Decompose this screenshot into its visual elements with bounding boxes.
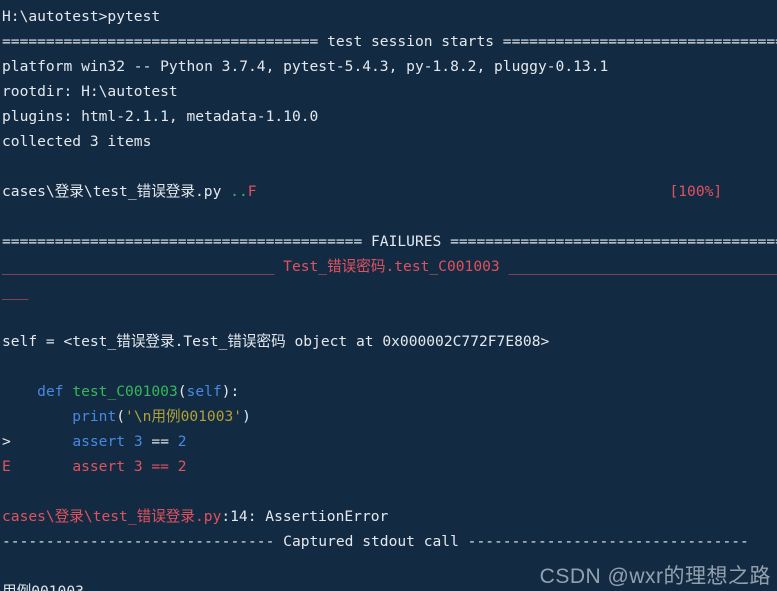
- test-progress-line: cases\登录\test_错误登录.py ..F [100%]: [2, 179, 777, 204]
- error-assert-line-segment: assert 3 == 2: [72, 458, 187, 475]
- plugins-line: plugins: html-2.1.1, metadata-1.10.0: [2, 104, 777, 129]
- stdout-output-line-segment: 用例001003: [2, 583, 84, 591]
- error-location-line-segment: :14: AssertionError: [221, 508, 389, 525]
- code-def-line-segment: ):: [221, 383, 240, 400]
- code-print-line-segment: '\n用例001003': [125, 408, 243, 425]
- code-assert-line-segment: 2: [177, 433, 187, 450]
- code-def-line-segment: self: [186, 383, 222, 400]
- captured-stdout-header-line: ------------------------------- Captured…: [2, 529, 777, 554]
- test-progress-line-segment: [100%]: [669, 183, 723, 200]
- error-assert-line-segment: E: [2, 458, 11, 475]
- terminal-window[interactable]: H:\autotest>pytest ======================…: [0, 0, 777, 591]
- code-print-line-segment: [2, 408, 72, 425]
- rootdir-line-segment: rootdir: H:\autotest: [2, 83, 178, 100]
- prompt-line-segment: H:\autotest>pytest: [2, 8, 161, 25]
- collected-line: collected 3 items: [2, 129, 777, 154]
- platform-line-segment: platform win32 -- Python 3.7.4, pytest-5…: [2, 58, 609, 75]
- test-progress-line-segment: ..: [230, 183, 248, 200]
- error-location-line: cases\登录\test_错误登录.py:14: AssertionError: [2, 504, 777, 529]
- code-def-line-segment: test_C001003: [72, 383, 178, 400]
- error-assert-line: E assert 3 == 2: [2, 454, 777, 479]
- failed-test-title-overflow-line-segment: ___: [2, 283, 29, 300]
- code-assert-line-segment: assert: [72, 433, 126, 450]
- error-location-line-segment: cases\登录\test_错误登录.py: [2, 508, 222, 525]
- captured-stdout-header-line-segment: ------------------------------- Captured…: [2, 533, 749, 550]
- plugins-line-segment: plugins: html-2.1.1, metadata-1.10.0: [2, 108, 319, 125]
- failed-test-title-line: _______________________________ Test_错误密…: [2, 254, 777, 279]
- failed-test-title-line-segment: _______________________________ Test_错误密…: [2, 258, 777, 275]
- prompt-line: H:\autotest>pytest: [2, 4, 777, 29]
- collected-line-segment: collected 3 items: [2, 133, 152, 150]
- code-def-line-segment: [2, 383, 37, 400]
- code-assert-line-segment: >: [2, 433, 11, 450]
- failures-header-line: ========================================…: [2, 229, 777, 254]
- code-print-line-segment: (: [116, 408, 126, 425]
- self-repr-line: self = <test_错误登录.Test_错误密码 object at 0x…: [2, 329, 777, 354]
- code-def-line-segment: def: [37, 383, 64, 400]
- test-progress-line-segment: cases\登录\test_错误登录.py: [2, 183, 231, 200]
- test-progress-line-segment: F: [247, 183, 257, 200]
- code-print-line-segment: ): [242, 408, 251, 425]
- code-assert-line-segment: [125, 433, 134, 450]
- code-assert-line-segment: 3: [133, 433, 143, 450]
- failed-test-title-overflow-line: ___: [2, 279, 777, 304]
- code-assert-line-segment: ==: [142, 433, 178, 450]
- code-def-line-segment: (: [177, 383, 187, 400]
- error-assert-line-segment: [11, 458, 73, 475]
- code-assert-line: > assert 3 == 2: [2, 429, 777, 454]
- failures-header-line-segment: ========================================…: [2, 233, 777, 250]
- code-print-line: print('\n用例001003'): [2, 404, 777, 429]
- terminal-output: H:\autotest>pytest ======================…: [2, 4, 777, 591]
- code-assert-line-segment: [11, 433, 73, 450]
- test-progress-line-segment: [257, 183, 670, 200]
- code-print-line-segment: print: [72, 408, 117, 425]
- code-def-line-segment: [64, 383, 73, 400]
- self-repr-line-segment: self = <test_错误登录.Test_错误密码 object at 0x…: [2, 333, 550, 350]
- platform-line: platform win32 -- Python 3.7.4, pytest-5…: [2, 54, 777, 79]
- session-header-line-segment: ==================================== tes…: [2, 33, 777, 50]
- rootdir-line: rootdir: H:\autotest: [2, 79, 777, 104]
- stdout-output-line: 用例001003: [2, 579, 777, 591]
- session-header-line: ==================================== tes…: [2, 29, 777, 54]
- code-def-line: def test_C001003(self):: [2, 379, 777, 404]
